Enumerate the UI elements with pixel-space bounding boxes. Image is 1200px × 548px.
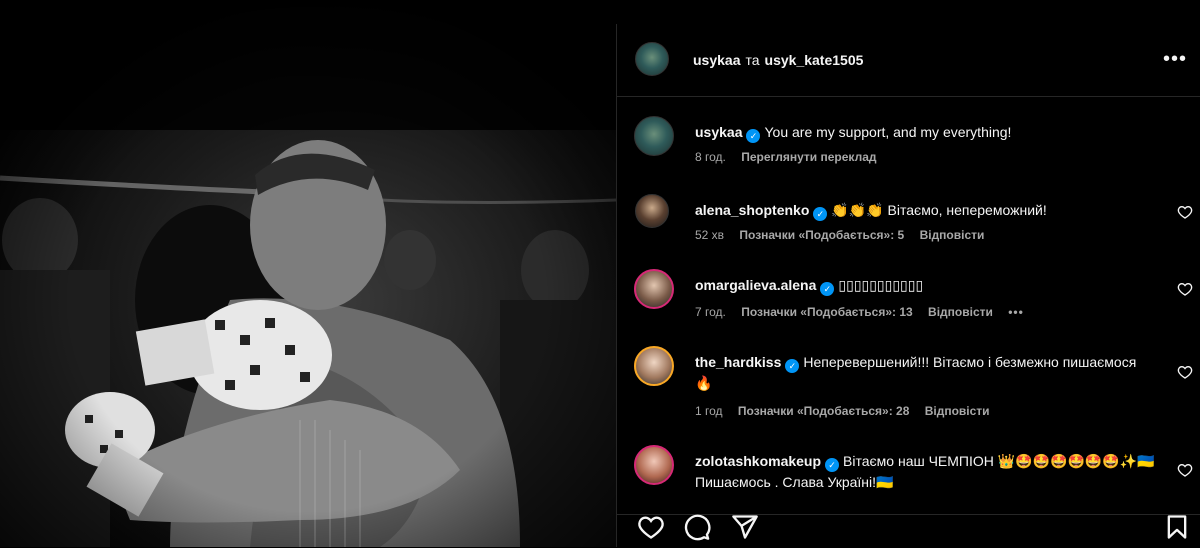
author-avatar[interactable] (635, 42, 669, 76)
comment-time[interactable]: 52 хв (695, 228, 724, 242)
post-header: usykaa та usyk_kate1505 ••• (617, 24, 1200, 97)
heart-icon[interactable] (1177, 281, 1193, 297)
see-translation-link[interactable]: Переглянути переклад (741, 150, 876, 164)
caption-text: You are my support, and my everything! (764, 124, 1012, 140)
coauthor-username[interactable]: usyk_kate1505 (765, 52, 864, 68)
send-icon[interactable] (731, 513, 759, 541)
post-photo (0, 0, 616, 547)
authors-separator: та (745, 52, 760, 68)
comment-avatar[interactable] (634, 269, 674, 309)
comment-meta: 7 год. Позначки «Подобається»: 13 Відпов… (695, 305, 1036, 319)
verified-icon: ✓ (746, 129, 761, 143)
comment-avatar[interactable] (634, 346, 674, 386)
heart-icon[interactable] (1177, 204, 1193, 220)
comment-body: alena_shoptenko ✓ 👏👏👏 Вітаємо, непереможни… (695, 200, 1155, 221)
comment-meta: 52 хв Позначки «Подобається»: 5 Відповіс… (695, 228, 996, 242)
more-horizontal-icon[interactable]: ••• (1163, 48, 1187, 71)
comment-more-icon[interactable]: ••• (1008, 305, 1024, 319)
reply-button[interactable]: Відповісти (925, 404, 990, 418)
verified-icon: ✓ (813, 207, 828, 221)
heart-icon[interactable] (1177, 364, 1193, 380)
heart-icon[interactable] (637, 513, 665, 541)
heart-icon[interactable] (1177, 462, 1193, 478)
comment-username[interactable]: zolotashkomakeup (695, 453, 821, 469)
reply-button[interactable]: Відповісти (920, 228, 985, 242)
caption-meta: 8 год. Переглянути переклад (695, 150, 889, 164)
comment-avatar[interactable] (635, 194, 669, 228)
caption-username[interactable]: usykaa (695, 124, 742, 140)
verified-icon: ✓ (820, 282, 835, 296)
comment-text: 👏👏👏 Вітаємо, непереможний! (831, 202, 1047, 218)
comment-icon[interactable] (683, 513, 711, 541)
verified-icon: ✓ (825, 458, 840, 472)
comment-time[interactable]: 1 год (695, 404, 723, 418)
comment-text: ▯▯▯▯▯▯▯▯▯▯▯ (838, 277, 924, 293)
comment-likes[interactable]: Позначки «Подобається»: 5 (739, 228, 904, 242)
post-authors: usykaa та usyk_kate1505 (693, 52, 863, 68)
comment-username[interactable]: the_hardkiss (695, 354, 781, 370)
comment-likes[interactable]: Позначки «Подобається»: 28 (738, 404, 909, 418)
comment-body: the_hardkiss ✓ Неперевершений!!! Вітаємо і… (695, 352, 1155, 393)
comment-body: zolotashkomakeup ✓ Вітаємо наш ЧЕМПІОН 👑🤩🤩… (695, 451, 1155, 492)
comment-time[interactable]: 7 год. (695, 305, 726, 319)
caption-avatar[interactable] (634, 116, 674, 156)
post-action-bar (617, 514, 1200, 548)
bookmark-icon[interactable] (1163, 513, 1191, 541)
caption-body: usykaa ✓ You are my support, and my everyt… (695, 122, 1155, 143)
comment-likes[interactable]: Позначки «Подобається»: 13 (741, 305, 912, 319)
comment-username[interactable]: omargalieva.alena (695, 277, 816, 293)
comment-meta: 1 год Позначки «Подобається»: 28 Відпові… (695, 404, 1002, 418)
verified-icon: ✓ (785, 359, 800, 373)
comment-username[interactable]: alena_shoptenko (695, 202, 809, 218)
boxing-hug-image (0, 0, 616, 547)
post-side-panel: usykaa та usyk_kate1505 ••• usykaa ✓ You are… (616, 24, 1200, 547)
reply-button[interactable]: Відповісти (928, 305, 993, 319)
caption-time[interactable]: 8 год. (695, 150, 726, 164)
comment-body: omargalieva.alena ✓ ▯▯▯▯▯▯▯▯▯▯▯ (695, 275, 1155, 296)
author-username[interactable]: usykaa (693, 52, 740, 68)
comment-avatar[interactable] (634, 445, 674, 485)
